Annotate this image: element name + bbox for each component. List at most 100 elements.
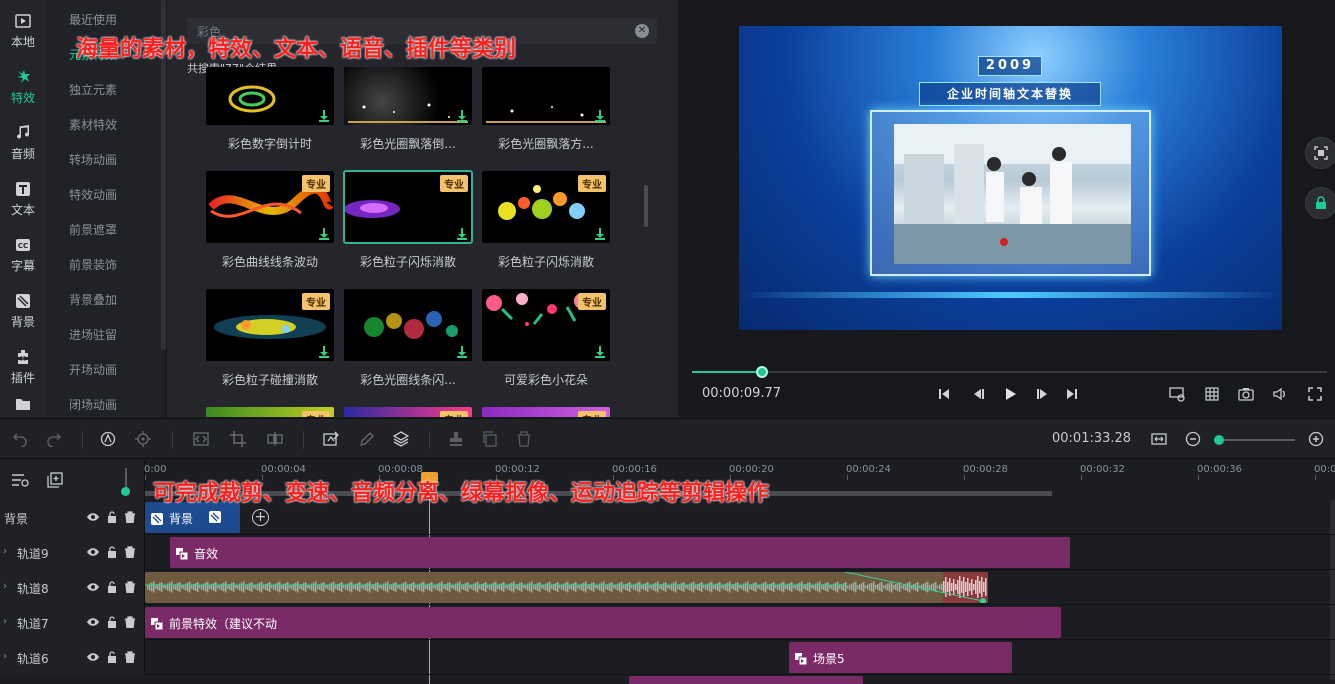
mask-button[interactable] <box>322 430 340 448</box>
trash-icon[interactable] <box>124 546 136 559</box>
split-button[interactable] <box>266 430 284 448</box>
expand-track-icon[interactable]: › <box>3 616 7 627</box>
effect-clip[interactable] <box>629 676 863 684</box>
material-scrollbar[interactable] <box>644 185 648 227</box>
material-tile[interactable]: 专业 <box>482 407 610 417</box>
category-item[interactable]: 前景遮罩 <box>69 221 117 238</box>
material-tile[interactable]: 彩色数字倒计时 <box>206 67 334 152</box>
download-icon[interactable] <box>318 228 330 240</box>
expand-track-icon[interactable]: › <box>3 581 7 592</box>
material-tile[interactable]: 专业 <box>344 407 472 417</box>
effect-clip[interactable]: 前景特效（建议不动 <box>145 607 1061 638</box>
category-item[interactable]: 进场驻留 <box>69 326 117 343</box>
unlock-icon[interactable] <box>106 651 118 663</box>
next-frame-button[interactable] <box>1034 385 1052 403</box>
expand-track-icon[interactable]: › <box>3 651 7 662</box>
category-item[interactable]: 转场动画 <box>69 151 117 168</box>
category-item[interactable]: 闭场动画 <box>69 396 117 413</box>
zoom-out-button[interactable] <box>1184 430 1202 448</box>
code-button[interactable] <box>192 430 210 448</box>
sidebar-item-text[interactable]: 文本 <box>0 172 46 226</box>
unlock-icon[interactable] <box>106 616 118 628</box>
clear-search-icon[interactable]: ✕ <box>635 24 649 38</box>
material-tile[interactable]: 专业 彩色粒子碰撞消散 <box>206 289 334 388</box>
crop-button[interactable] <box>229 430 247 448</box>
effect-clip[interactable]: 场景5 <box>789 642 1012 673</box>
sidebar-item-more[interactable] <box>0 396 46 417</box>
motion-track-button[interactable] <box>134 430 152 448</box>
sidebar-item-subtitle[interactable]: CC 字幕 <box>0 228 46 282</box>
material-tile-selected[interactable]: 专业 彩色粒子闪烁消散 <box>343 170 473 270</box>
delete-button[interactable] <box>515 430 533 448</box>
screen-record-button[interactable] <box>1168 385 1186 403</box>
material-tile[interactable]: 彩色光圈飘落方... <box>482 67 610 152</box>
category-item[interactable]: 独立元素 <box>69 81 117 98</box>
download-icon[interactable] <box>456 228 468 240</box>
fit-timeline-button[interactable] <box>1150 430 1168 448</box>
trash-icon[interactable] <box>124 511 136 524</box>
sidebar-item-background[interactable]: 背景 <box>0 284 46 338</box>
download-icon[interactable] <box>456 346 468 358</box>
chroma-key-button[interactable] <box>99 430 117 448</box>
category-item[interactable]: 素材特效 <box>69 116 117 133</box>
lock-preview-button[interactable] <box>1305 187 1335 219</box>
fullscreen-button[interactable] <box>1306 385 1324 403</box>
material-tile[interactable]: 专业 彩色曲线线条波动 <box>206 171 334 270</box>
grid-button[interactable] <box>1203 385 1221 403</box>
eye-icon[interactable] <box>87 581 99 593</box>
eye-icon[interactable] <box>87 546 99 558</box>
unlock-icon[interactable] <box>106 581 118 593</box>
download-icon[interactable] <box>456 110 468 122</box>
skip-to-start-button[interactable] <box>935 385 953 403</box>
download-icon[interactable] <box>318 346 330 358</box>
effect-clip[interactable]: 音效 <box>170 537 1070 568</box>
eye-icon[interactable] <box>87 511 99 523</box>
eye-icon[interactable] <box>87 651 99 663</box>
category-item[interactable]: 背景叠加 <box>69 291 117 308</box>
category-item[interactable]: 开场动画 <box>69 361 117 378</box>
zoom-slider-handle[interactable] <box>1214 435 1224 445</box>
sidebar-item-plugin[interactable]: 插件 <box>0 340 46 394</box>
previous-frame-button[interactable] <box>969 385 987 403</box>
material-tile[interactable]: 专业 彩色粒子闪烁消散 <box>482 171 610 270</box>
playback-progress-track[interactable] <box>692 371 1327 373</box>
trash-icon[interactable] <box>124 616 136 629</box>
material-tile[interactable]: 专业 可爱彩色小花朵 <box>482 289 610 388</box>
skip-to-end-button[interactable] <box>1063 385 1081 403</box>
material-tile[interactable]: 专业 <box>206 407 334 417</box>
redo-button[interactable] <box>45 430 63 448</box>
category-item[interactable]: 特效动画 <box>69 186 117 203</box>
zoom-slider-track[interactable] <box>1215 439 1295 441</box>
snap-toggle[interactable] <box>121 487 130 496</box>
sidebar-item-effects[interactable]: 特效 <box>0 60 46 114</box>
playback-progress-handle[interactable] <box>755 366 768 378</box>
layers-button[interactable] <box>392 430 410 448</box>
material-tile[interactable]: 彩色光圈线条闪... <box>344 289 472 388</box>
category-item[interactable]: 前景装饰 <box>69 256 117 273</box>
unlock-icon[interactable] <box>106 546 118 558</box>
add-track-icon[interactable] <box>47 472 63 488</box>
material-tile[interactable]: 彩色光圈飘落倒... <box>344 67 472 152</box>
play-button[interactable] <box>1001 385 1019 403</box>
fit-screen-button[interactable] <box>1305 137 1335 169</box>
copy-button[interactable] <box>481 430 499 448</box>
stamp-button[interactable] <box>447 430 465 448</box>
audio-clip[interactable] <box>145 571 988 604</box>
undo-button[interactable] <box>11 430 29 448</box>
track-manager-icon[interactable] <box>11 472 29 488</box>
sidebar-item-local[interactable]: 本地 <box>0 4 46 58</box>
add-background-button[interactable]: + <box>252 509 269 526</box>
video-preview-canvas[interactable]: 2009 企业时间轴文本替换 <box>739 26 1282 330</box>
download-icon[interactable] <box>594 228 606 240</box>
snapshot-button[interactable] <box>1237 385 1255 403</box>
download-icon[interactable] <box>594 346 606 358</box>
unlock-icon[interactable] <box>106 511 118 523</box>
volume-button[interactable] <box>1271 385 1289 403</box>
category-item[interactable]: 最近使用 <box>69 11 117 28</box>
trash-icon[interactable] <box>124 581 136 594</box>
download-icon[interactable] <box>318 110 330 122</box>
trash-icon[interactable] <box>124 651 136 664</box>
expand-track-icon[interactable]: › <box>3 546 7 557</box>
zoom-in-button[interactable] <box>1307 430 1325 448</box>
download-icon[interactable] <box>594 110 606 122</box>
